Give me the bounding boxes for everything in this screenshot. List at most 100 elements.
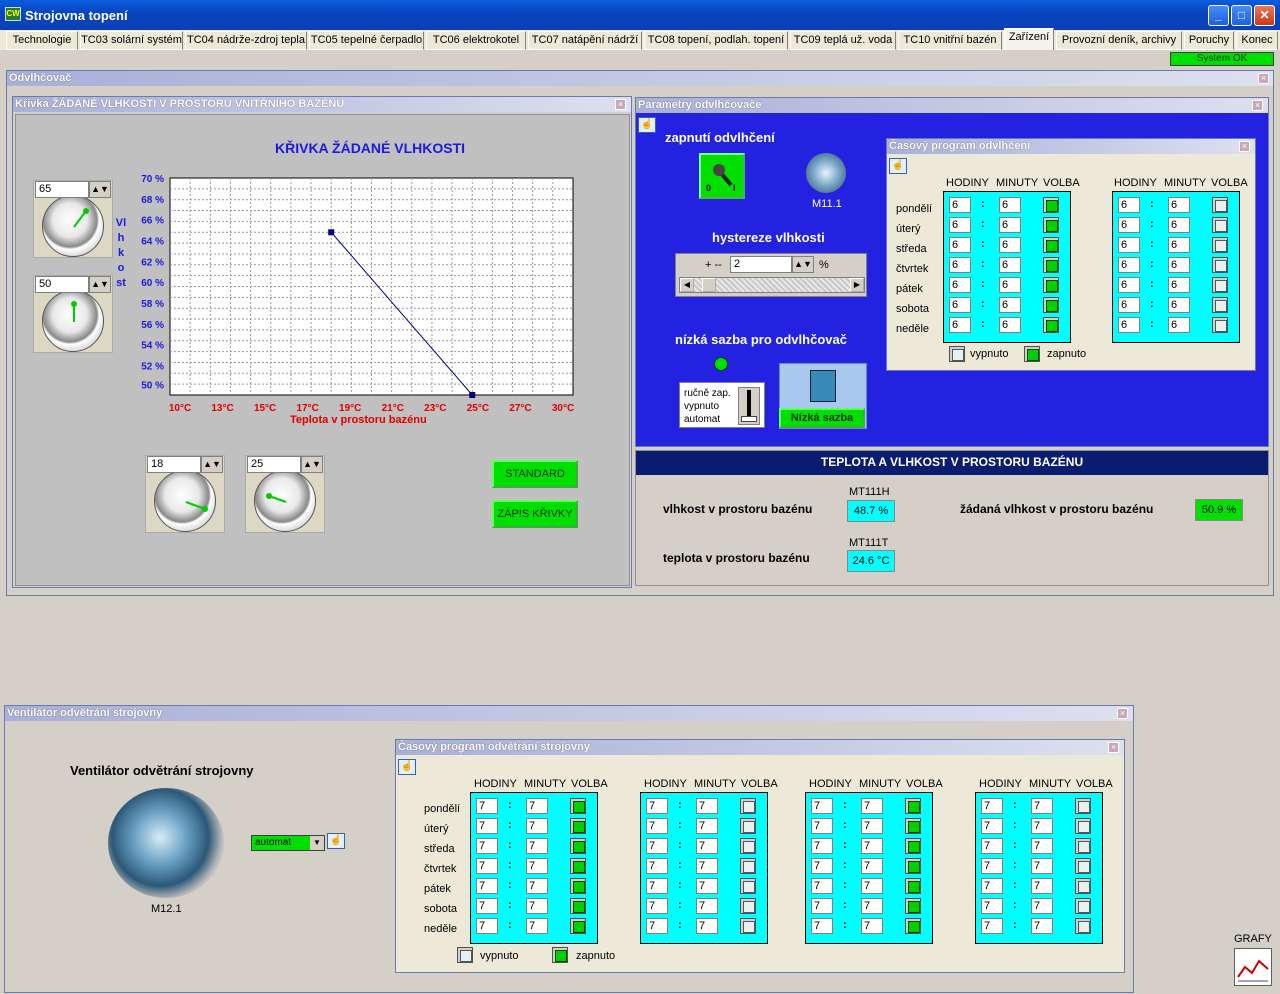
hum-left-toggle-check[interactable] [1043,277,1059,293]
vent-3-minute-input[interactable]: 7 [861,798,883,814]
vent-1-toggle-check[interactable] [570,838,586,854]
hum-right-toggle-check[interactable] [1212,217,1228,233]
write-curve-button[interactable]: ZÁPIS KŘIVKY [492,500,578,528]
vent-2-minute-input[interactable]: 7 [696,878,718,894]
knob-min[interactable] [42,290,104,352]
vent-4-toggle-check[interactable] [1075,858,1091,874]
vent-3-minute-input[interactable]: 7 [861,918,883,934]
hum-left-hour-input[interactable]: 6 [949,197,971,213]
vent-2-hour-input[interactable]: 7 [646,798,668,814]
humsched-close-icon[interactable]: × [1239,141,1250,152]
tab-7[interactable]: TC08 topení, podlah. topení [644,31,788,50]
vent-hand-icon[interactable]: ☝ [327,833,345,849]
vent-3-minute-input[interactable]: 7 [861,838,883,854]
hum-right-toggle-check[interactable] [1212,297,1228,313]
mode-selector[interactable]: ručně zap. vypnuto automat [679,382,765,428]
close-button[interactable]: ✕ [1254,5,1275,26]
vent-2-hour-input[interactable]: 7 [646,878,668,894]
vent-4-hour-input[interactable]: 7 [981,898,1003,914]
curve-close-icon[interactable]: × [615,99,626,110]
hum-right-minute-input[interactable]: 6 [1168,197,1190,213]
maximize-button[interactable]: □ [1231,5,1252,26]
tab-5[interactable]: TC06 elektrokotel [426,31,526,50]
hum-right-minute-input[interactable]: 6 [1168,317,1190,333]
vent-4-hour-input[interactable]: 7 [981,798,1003,814]
hum-right-toggle-check[interactable] [1212,317,1228,333]
vent-1-toggle-check[interactable] [570,818,586,834]
hum-left-hour-input[interactable]: 6 [949,277,971,293]
vent-1-hour-input[interactable]: 7 [476,838,498,854]
vent-4-toggle-check[interactable] [1075,838,1091,854]
humsched-hand-icon[interactable]: ☝ [889,158,907,174]
vent-2-toggle-check[interactable] [740,898,756,914]
hum-left-minute-input[interactable]: 6 [999,297,1021,313]
vent-4-minute-input[interactable]: 7 [1031,858,1053,874]
tab-3[interactable]: TC04 nádrže-zdroj tepla [185,31,307,50]
scroll-right-icon[interactable]: ▶ [850,278,864,292]
vent-4-minute-input[interactable]: 7 [1031,898,1053,914]
hum-right-toggle-check[interactable] [1212,197,1228,213]
vent-3-toggle-check[interactable] [905,858,921,874]
low-tariff-button[interactable]: Nízká sazba [779,408,865,428]
tab-2[interactable]: TC03 solární systém [80,31,183,50]
knob-t1[interactable] [154,470,216,532]
hand-pointer-icon[interactable]: ☝ [638,117,656,133]
hum-right-minute-input[interactable]: 6 [1168,297,1190,313]
tab-4[interactable]: TC05 tepelné čerpadlo [309,31,424,50]
vent-1-toggle-check[interactable] [570,918,586,934]
vent-1-minute-input[interactable]: 7 [526,798,548,814]
vent-2-hour-input[interactable]: 7 [646,818,668,834]
vent-1-toggle-check[interactable] [570,878,586,894]
spin-t1-input[interactable]: 18 [147,456,201,473]
hyst-input[interactable]: 2 [730,256,792,273]
on-switch[interactable]: 0 I [699,153,745,199]
mode-auto[interactable]: automat [684,414,720,425]
hum-left-minute-input[interactable]: 6 [999,197,1021,213]
vent-4-hour-input[interactable]: 7 [981,818,1003,834]
hum-right-hour-input[interactable]: 6 [1118,297,1140,313]
vent-1-minute-input[interactable]: 7 [526,898,548,914]
hum-right-hour-input[interactable]: 6 [1118,217,1140,233]
vent-2-minute-input[interactable]: 7 [696,798,718,814]
tab-10[interactable]: Zařízení [1004,28,1054,50]
vent-2-minute-input[interactable]: 7 [696,838,718,854]
spin-t1-arrows[interactable]: ▲▼ [201,456,223,473]
vent-4-toggle-check[interactable] [1075,918,1091,934]
vent-3-minute-input[interactable]: 7 [861,818,883,834]
vent-3-hour-input[interactable]: 7 [811,918,833,934]
vent-3-hour-input[interactable]: 7 [811,898,833,914]
hyst-arrows[interactable]: ▲▼ [792,256,814,273]
vent-2-toggle-check[interactable] [740,818,756,834]
vent-3-toggle-check[interactable] [905,798,921,814]
vent-1-minute-input[interactable]: 7 [526,878,548,894]
hum-left-minute-input[interactable]: 6 [999,317,1021,333]
hum-left-minute-input[interactable]: 6 [999,237,1021,253]
vent-3-hour-input[interactable]: 7 [811,838,833,854]
vent-3-toggle-check[interactable] [905,878,921,894]
vent-4-toggle-check[interactable] [1075,898,1091,914]
vent-3-toggle-check[interactable] [905,898,921,914]
vent-1-hour-input[interactable]: 7 [476,858,498,874]
vent-3-minute-input[interactable]: 7 [861,898,883,914]
spin-min-input[interactable]: 50 [35,276,89,293]
scroll-left-icon[interactable]: ◀ [680,278,694,292]
knob-max[interactable] [42,195,104,257]
vent-4-minute-input[interactable]: 7 [1031,918,1053,934]
hum-right-hour-input[interactable]: 6 [1118,197,1140,213]
vent-2-minute-input[interactable]: 7 [696,918,718,934]
tab-11[interactable]: Provozní deník, archivy [1056,31,1182,50]
vent-4-hour-input[interactable]: 7 [981,878,1003,894]
vent-3-hour-input[interactable]: 7 [811,858,833,874]
hum-right-minute-input[interactable]: 6 [1168,277,1190,293]
tab-9[interactable]: TC10 vnitřní bazén [898,31,1002,50]
hum-left-toggle-check[interactable] [1043,217,1059,233]
curve-point[interactable] [328,229,335,236]
vent-4-toggle-check[interactable] [1075,818,1091,834]
vent-3-minute-input[interactable]: 7 [861,878,883,894]
hum-left-minute-input[interactable]: 6 [999,217,1021,233]
hum-right-toggle-check[interactable] [1212,257,1228,273]
mode-off[interactable]: vypnuto [684,401,719,412]
chevron-down-icon[interactable]: ▼ [310,836,324,850]
hum-right-hour-input[interactable]: 6 [1118,277,1140,293]
tab-13[interactable]: Konec [1236,31,1278,50]
